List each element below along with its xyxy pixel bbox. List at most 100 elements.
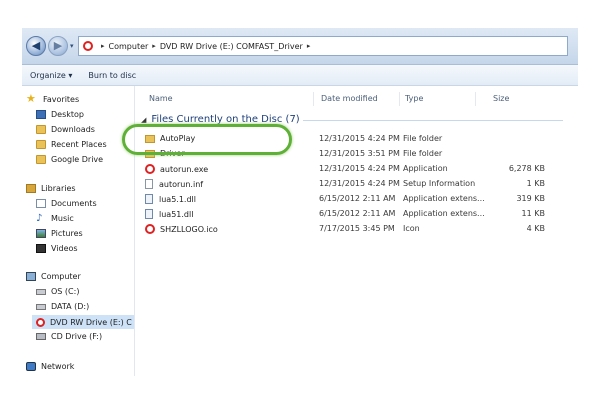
file-type-cell: File folder xyxy=(403,134,443,143)
nav-item-music[interactable]: ♪ Music xyxy=(36,213,74,224)
setup-file-icon xyxy=(145,179,153,189)
explorer-window: ◀ ▶ ▾ ▸ Computer ▸ DVD RW Drive (E:) COM… xyxy=(22,28,578,376)
column-header-size[interactable]: Size xyxy=(493,94,509,103)
file-name: autorun.exe xyxy=(160,164,209,174)
nav-item-drive-d[interactable]: DATA (D:) xyxy=(36,302,89,311)
nav-item-dvd-drive-e[interactable]: DVD RW Drive (E:) C xyxy=(32,315,134,329)
file-name: SHZLLOGO.ico xyxy=(160,224,218,234)
dll-icon xyxy=(145,194,153,204)
organize-button[interactable]: Organize ▾ xyxy=(22,71,80,80)
breadcrumb-dvd-drive[interactable]: DVD RW Drive (E:) COMFAST_Driver xyxy=(160,42,303,51)
file-date-cell: 12/31/2015 4:24 PM xyxy=(319,164,400,173)
nav-item-google-drive[interactable]: Google Drive xyxy=(36,155,103,164)
computer-icon xyxy=(26,272,36,281)
nav-item-label: Music xyxy=(51,214,74,223)
nav-computer-label: Computer xyxy=(41,272,81,281)
file-row-lua51-dll[interactable]: lua51.dll 6/15/2012 2:11 AM Application … xyxy=(145,207,565,221)
nav-item-videos[interactable]: Videos xyxy=(36,244,78,253)
breadcrumb-separator[interactable]: ▸ xyxy=(152,42,156,50)
file-name: lua51.dll xyxy=(159,209,194,219)
column-header-name[interactable]: Name xyxy=(149,94,173,103)
nav-item-label: DVD RW Drive (E:) C xyxy=(50,317,132,327)
file-size-cell: 4 KB xyxy=(526,224,545,233)
file-name: autorun.inf xyxy=(159,179,204,189)
forward-button[interactable]: ▶ xyxy=(48,36,68,56)
nav-item-recent-places[interactable]: Recent Places xyxy=(36,140,107,149)
burn-to-disc-button[interactable]: Burn to disc xyxy=(80,71,144,80)
nav-item-drive-c[interactable]: OS (C:) xyxy=(36,287,79,296)
nav-network[interactable]: Network xyxy=(26,362,74,371)
dvd-drive-icon xyxy=(36,317,45,327)
file-name-cell: lua5.1.dll xyxy=(145,194,196,204)
nav-computer[interactable]: Computer xyxy=(26,272,81,281)
command-bar: Organize ▾ Burn to disc xyxy=(22,65,578,86)
address-box[interactable]: ▸ Computer ▸ DVD RW Drive (E:) COMFAST_D… xyxy=(78,36,568,56)
nav-item-downloads[interactable]: Downloads xyxy=(36,125,95,134)
column-divider[interactable] xyxy=(313,92,314,106)
file-row-shzllogo-ico[interactable]: SHZLLOGO.ico 7/17/2015 3:45 PM Icon 4 KB xyxy=(145,222,565,236)
file-row-autorun-exe[interactable]: autorun.exe 12/31/2015 4:24 PM Applicati… xyxy=(145,162,565,176)
nav-favorites[interactable]: ★ Favorites xyxy=(26,92,80,105)
nav-item-label: OS (C:) xyxy=(51,287,80,296)
back-button[interactable]: ◀ xyxy=(26,36,46,56)
file-row-lua5-1-dll[interactable]: lua5.1.dll 6/15/2012 2:11 AM Application… xyxy=(145,192,565,206)
cd-drive-icon xyxy=(36,333,46,340)
nav-item-documents[interactable]: Documents xyxy=(36,199,97,208)
dll-icon xyxy=(145,209,153,219)
column-divider[interactable] xyxy=(475,92,476,106)
file-date-cell: 12/31/2015 3:51 PM xyxy=(319,149,400,158)
hard-drive-icon xyxy=(36,303,46,310)
column-header-type[interactable]: Type xyxy=(405,94,423,103)
file-name-cell: autorun.inf xyxy=(145,179,203,189)
breadcrumb-separator[interactable]: ▸ xyxy=(307,42,311,50)
nav-libraries[interactable]: Libraries xyxy=(26,184,76,193)
file-date-cell: 7/17/2015 3:45 PM xyxy=(319,224,395,233)
navigation-pane: ★ Favorites Desktop Downloads Recent Pla… xyxy=(22,86,135,376)
hard-drive-icon xyxy=(36,288,46,295)
file-date-cell: 6/15/2012 2:11 AM xyxy=(319,209,396,218)
file-type-cell: Application extens... xyxy=(403,194,485,203)
file-date-cell: 12/31/2015 4:24 PM xyxy=(319,179,400,188)
nav-item-desktop[interactable]: Desktop xyxy=(36,110,84,119)
recent-pages-dropdown[interactable]: ▾ xyxy=(70,42,74,50)
dvd-drive-icon xyxy=(83,41,93,51)
music-icon: ♪ xyxy=(36,213,43,224)
breadcrumb-separator[interactable]: ▸ xyxy=(101,42,105,50)
breadcrumb-computer[interactable]: Computer xyxy=(109,42,149,51)
nav-item-label: Videos xyxy=(51,244,78,253)
nav-item-label: Documents xyxy=(51,199,97,208)
nav-item-label: Recent Places xyxy=(51,140,107,149)
documents-icon xyxy=(36,199,46,208)
file-row-autorun-inf[interactable]: autorun.inf 12/31/2015 4:24 PM Setup Inf… xyxy=(145,177,565,191)
nav-favorites-label: Favorites xyxy=(43,94,80,104)
google-drive-folder-icon xyxy=(36,155,46,164)
nav-item-label: Downloads xyxy=(51,125,95,134)
nav-item-label: DATA (D:) xyxy=(51,302,90,311)
nav-item-label: Desktop xyxy=(51,110,84,119)
column-divider[interactable] xyxy=(399,92,400,106)
highlight-oval-autorun xyxy=(122,124,292,155)
file-type-cell: File folder xyxy=(403,149,443,158)
file-size-cell: 1 KB xyxy=(526,179,545,188)
address-bar-area: ◀ ▶ ▾ ▸ Computer ▸ DVD RW Drive (E:) COM… xyxy=(22,28,578,65)
collapse-triangle-icon[interactable]: ◢ xyxy=(141,116,146,124)
application-icon xyxy=(145,164,155,174)
ico-file-icon xyxy=(145,224,155,234)
file-name-cell: lua51.dll xyxy=(145,209,193,219)
file-size-cell: 319 KB xyxy=(516,194,545,203)
nav-item-label: CD Drive (F:) xyxy=(51,332,103,341)
nav-item-label: Google Drive xyxy=(51,155,104,164)
file-name-cell: SHZLLOGO.ico xyxy=(145,224,218,234)
file-type-cell: Application xyxy=(403,164,448,173)
star-icon: ★ xyxy=(26,92,36,105)
nav-item-label: Pictures xyxy=(51,229,83,238)
column-header-date-modified[interactable]: Date modified xyxy=(321,94,378,103)
file-name-cell: autorun.exe xyxy=(145,164,208,174)
file-date-cell: 12/31/2015 4:24 PM xyxy=(319,134,400,143)
nav-item-cd-drive-f[interactable]: CD Drive (F:) xyxy=(36,332,102,341)
downloads-folder-icon xyxy=(36,125,46,134)
group-divider-line xyxy=(303,120,563,121)
file-type-cell: Icon xyxy=(403,224,420,233)
nav-item-pictures[interactable]: Pictures xyxy=(36,229,83,238)
videos-icon xyxy=(36,244,46,253)
